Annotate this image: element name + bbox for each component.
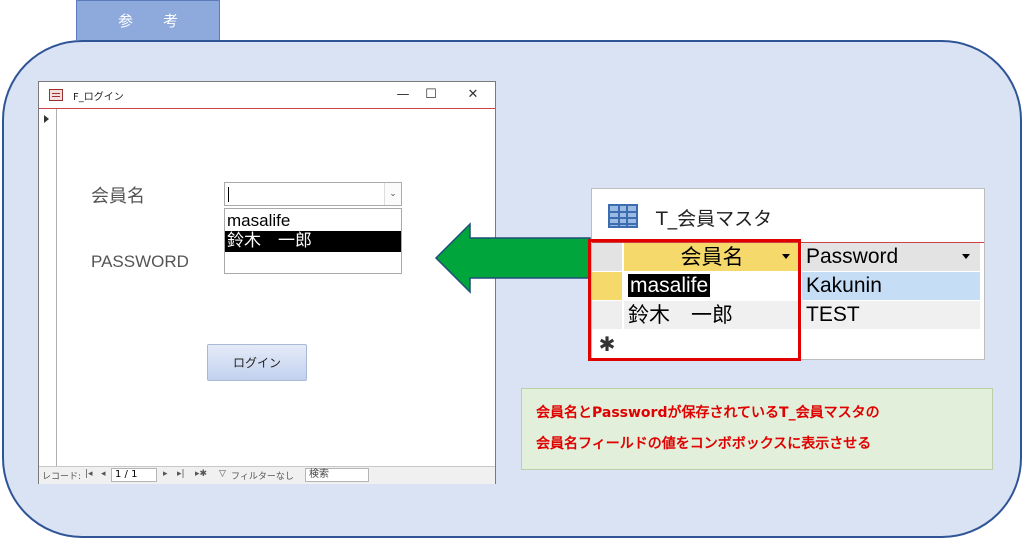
- table-cell[interactable]: Kakunin: [802, 272, 980, 300]
- form-title: F_ログイン: [73, 92, 124, 103]
- column-header-label: Password: [806, 245, 899, 268]
- text-cursor: [228, 187, 229, 202]
- new-record-button[interactable]: ▸✱: [195, 469, 207, 479]
- column-header-password[interactable]: Password: [802, 243, 980, 271]
- combo-dropdown-list: masalife 鈴木 一郎: [224, 208, 402, 274]
- dropdown-item-suzuki[interactable]: 鈴木 一郎: [225, 231, 401, 252]
- login-form-window: F_ログイン — ☐ ✕ 会員名 PASSWORD ⌄ masalife 鈴木 …: [38, 81, 496, 484]
- filter-status[interactable]: フィルターなし: [231, 469, 294, 482]
- chevron-down-icon[interactable]: ⌄: [384, 183, 401, 205]
- prev-record-button[interactable]: ◂: [101, 469, 106, 479]
- explanation-note: 会員名とPasswordが保存されているT_会員マスタの 会員名フィールドの値を…: [521, 388, 993, 470]
- maximize-button[interactable]: ☐: [421, 85, 441, 105]
- close-button[interactable]: ✕: [463, 85, 483, 105]
- record-label: レコード:: [42, 472, 82, 482]
- next-record-button[interactable]: ▸: [163, 469, 168, 479]
- member-name-label: 会員名: [91, 186, 145, 207]
- member-name-combobox[interactable]: ⌄: [224, 182, 402, 206]
- reference-tab: 参考: [76, 0, 220, 40]
- current-record-arrow-icon: [44, 115, 49, 123]
- highlight-box: [588, 239, 801, 361]
- form-icon: [49, 89, 63, 101]
- filter-icon[interactable]: ▽: [219, 469, 226, 479]
- record-navigation-bar: レコード: |◂ ◂ 1 / 1 ▸ ▸| ▸✱ ▽ フィルターなし 検索: [39, 466, 495, 484]
- sort-dropdown-icon[interactable]: [962, 254, 970, 259]
- login-button[interactable]: ログイン: [207, 344, 307, 381]
- form-titlebar: F_ログイン — ☐ ✕: [39, 82, 495, 109]
- record-selector[interactable]: [39, 109, 57, 466]
- table-title: T_会員マスタ: [656, 208, 773, 230]
- minimize-button[interactable]: —: [393, 85, 413, 105]
- first-record-button[interactable]: |◂: [85, 469, 93, 479]
- password-label: PASSWORD: [91, 252, 189, 271]
- dropdown-item-masalife[interactable]: masalife: [225, 210, 401, 231]
- arrow-left-icon: [434, 222, 591, 294]
- note-line-1: 会員名とPasswordが保存されているT_会員マスタの: [536, 405, 880, 421]
- search-field[interactable]: 検索: [305, 468, 369, 482]
- table-header: T_会員マスタ: [592, 189, 984, 243]
- table-cell[interactable]: TEST: [802, 301, 980, 329]
- record-position-field[interactable]: 1 / 1: [111, 468, 157, 482]
- last-record-button[interactable]: ▸|: [177, 469, 185, 479]
- note-line-2: 会員名フィールドの値をコンボボックスに表示させる: [536, 436, 872, 452]
- table-icon: [608, 204, 638, 228]
